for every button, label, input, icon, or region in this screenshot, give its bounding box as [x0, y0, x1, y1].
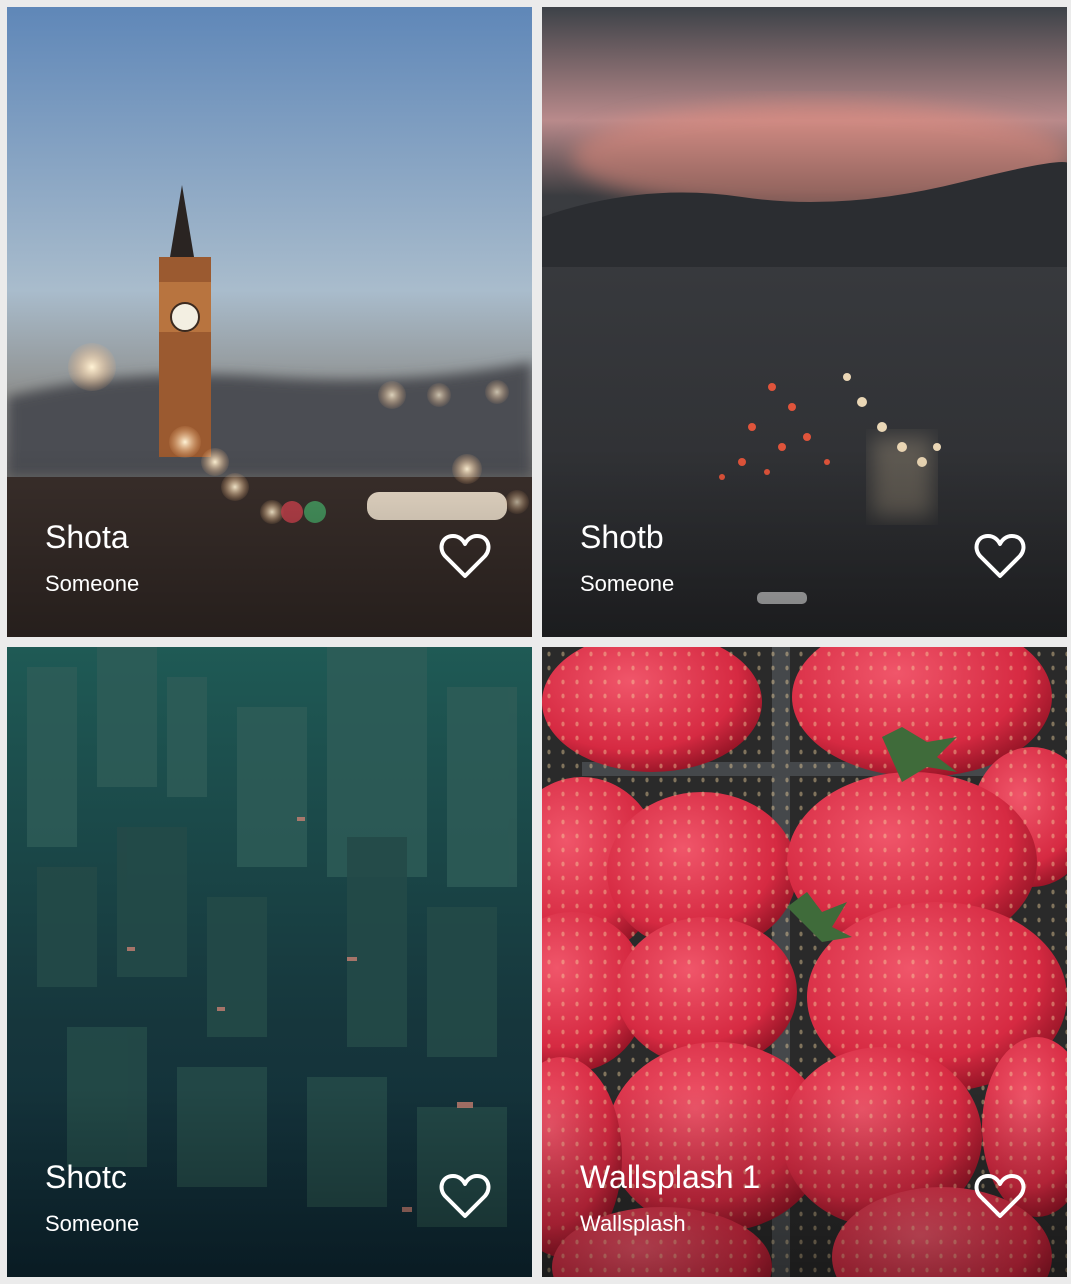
shot-title: Shotc: [45, 1159, 127, 1195]
shot-title: Shota: [45, 519, 129, 555]
shot-author: Someone: [45, 571, 140, 596]
shot-author: Someone: [580, 571, 675, 596]
shot-title: Wallsplash 1: [580, 1159, 761, 1195]
shot-card[interactable]: Shotb Someone: [542, 7, 1067, 637]
heart-outline-icon[interactable]: [439, 533, 491, 579]
wallpaper-grid: Shota Someone Shotb Someone Shotc Someon…: [0, 0, 1071, 1284]
shot-author: Wallsplash: [580, 1211, 686, 1236]
heart-outline-icon[interactable]: [974, 533, 1026, 579]
heart-outline-icon[interactable]: [974, 1173, 1026, 1219]
shot-card[interactable]: Wallsplash 1 Wallsplash: [542, 647, 1067, 1277]
shot-card[interactable]: Shota Someone: [7, 7, 532, 637]
shot-title: Shotb: [580, 519, 664, 555]
shot-card[interactable]: Shotc Someone: [7, 647, 532, 1277]
shot-author: Someone: [45, 1211, 140, 1236]
heart-outline-icon[interactable]: [439, 1173, 491, 1219]
